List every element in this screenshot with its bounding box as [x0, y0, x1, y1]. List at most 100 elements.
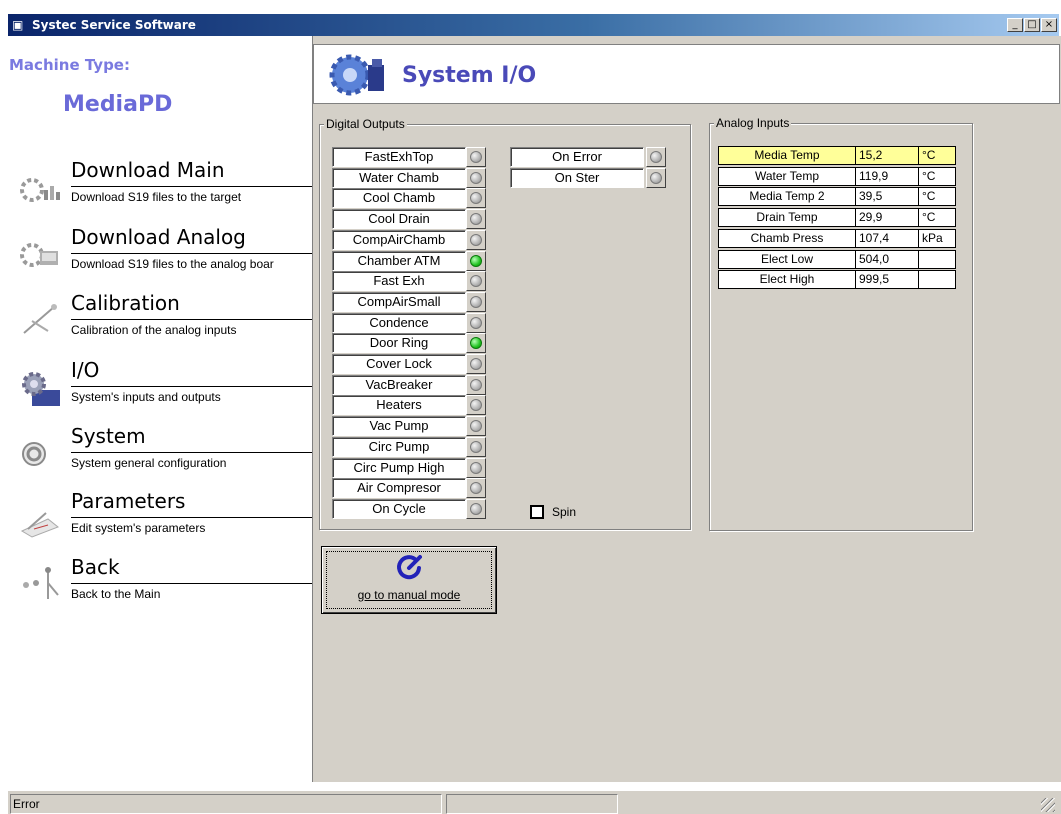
window-title-bar[interactable]: ▣ Systec Service Software _ □ × [8, 14, 1059, 36]
digital-output-toggle[interactable] [646, 167, 666, 188]
digital-output-label: On Error [510, 147, 644, 167]
led-off-icon [470, 275, 482, 288]
digital-outputs-group: Digital Outputs FastExhTop Water Chamb Coo… [319, 117, 691, 530]
go-to-manual-mode-button[interactable]: go to manual mode [321, 546, 497, 614]
system-icon [22, 442, 46, 466]
led-off-icon [470, 420, 482, 433]
sidebar-item-desc: Download S19 files to the analog boar [71, 257, 274, 271]
analog-input-unit: °C [918, 146, 956, 165]
sidebar-item-download-main[interactable]: Download Main Download S19 files to the … [16, 158, 312, 218]
digital-output-label: Cover Lock [332, 354, 466, 374]
sidebar-item-io[interactable]: I/O System's inputs and outputs [16, 358, 312, 418]
digital-output-label: VacBreaker [332, 374, 466, 395]
sidebar-item-title: Back [71, 555, 120, 579]
analog-input-value: 107,4 [855, 228, 919, 248]
led-off-icon [470, 358, 482, 370]
analog-input-value: 29,9 [855, 208, 919, 228]
analog-input-name: Media Temp [718, 146, 856, 165]
back-icon [23, 567, 59, 599]
digital-output-toggle[interactable] [466, 457, 486, 478]
digital-output-toggle[interactable] [466, 478, 486, 499]
sidebar-item-parameters[interactable]: Parameters Edit system's parameters [16, 489, 312, 549]
led-off-icon [470, 316, 482, 329]
digital-output-label: On Ster [510, 167, 644, 188]
parameters-icon [20, 512, 59, 538]
digital-output-toggle[interactable] [466, 374, 486, 395]
digital-output-label: Heaters [332, 395, 466, 416]
digital-output-toggle[interactable] [466, 312, 486, 333]
digital-output-toggle[interactable] [466, 395, 486, 416]
digital-output-toggle[interactable] [466, 188, 486, 209]
main-panel: System I/O Digital Outputs FastExhTop Wat… [312, 36, 1061, 782]
led-on-icon [470, 254, 482, 267]
digital-output-label: Cool Drain [332, 209, 466, 230]
sidebar-item-calibration[interactable]: Calibration Calibration of the analog in… [16, 291, 312, 351]
digital-output-label: CompAirSmall [332, 291, 466, 312]
sidebar-item-title: I/O [71, 358, 100, 382]
app-icon: ▣ [12, 18, 24, 32]
divider [71, 583, 312, 584]
window-title: Systec Service Software [32, 18, 196, 32]
led-off-icon [470, 213, 482, 226]
digital-output-toggle[interactable] [466, 291, 486, 312]
sidebar-item-desc: Edit system's parameters [71, 521, 206, 535]
sidebar-item-desc: System general configuration [71, 456, 227, 470]
minimize-button[interactable]: _ [1007, 18, 1023, 32]
close-button[interactable]: × [1041, 18, 1057, 32]
digital-output-label: Door Ring [332, 333, 466, 354]
digital-output-toggle[interactable] [466, 416, 486, 437]
status-bar: Error [8, 790, 1061, 814]
maximize-button[interactable]: □ [1024, 18, 1040, 32]
analog-input-name: Elect High [718, 270, 856, 290]
divider [71, 186, 312, 187]
divider [71, 386, 312, 387]
digital-output-label: FastExhTop [332, 147, 466, 167]
digital-output-label: Fast Exh [332, 271, 466, 292]
digital-output-toggle[interactable] [466, 209, 486, 230]
led-off-icon [470, 482, 482, 495]
divider [71, 319, 312, 320]
manual-mode-icon [397, 555, 422, 580]
digital-output-toggle[interactable] [466, 229, 486, 250]
sidebar-item-title: System [71, 424, 146, 448]
digital-output-toggle[interactable] [466, 271, 486, 292]
sidebar: Machine Type: MediaPD Download Main Down… [8, 36, 312, 782]
led-off-icon [470, 440, 482, 453]
system-io-gear-icon [329, 54, 384, 96]
divider [71, 253, 312, 254]
analog-input-unit [918, 249, 956, 269]
digital-output-label: Vac Pump [332, 416, 466, 437]
analog-input-name: Media Temp 2 [718, 187, 856, 207]
spin-checkbox[interactable] [530, 505, 544, 519]
analog-input-value: 119,9 [855, 166, 919, 186]
digital-output-toggle[interactable] [466, 333, 486, 354]
led-off-icon [470, 378, 482, 391]
status-panel-error: Error [10, 794, 442, 814]
sidebar-item-desc: System's inputs and outputs [71, 390, 221, 404]
resize-grip[interactable] [1041, 798, 1055, 812]
digital-output-toggle[interactable] [646, 147, 666, 167]
digital-output-toggle[interactable] [466, 354, 486, 374]
digital-output-toggle[interactable] [466, 436, 486, 457]
analog-input-unit [918, 270, 956, 290]
digital-output-toggle[interactable] [466, 250, 486, 271]
digital-output-toggle[interactable] [466, 147, 486, 167]
gear-icon [22, 372, 60, 406]
analog-input-value: 15,2 [855, 146, 919, 165]
sidebar-item-desc: Back to the Main [71, 587, 161, 601]
sidebar-item-system[interactable]: System System general configuration [16, 424, 312, 484]
status-panel-2 [446, 794, 618, 814]
sidebar-item-download-analog[interactable]: Download Analog Download S19 files to th… [16, 225, 312, 285]
digital-output-label: Chamber ATM [332, 250, 466, 271]
sidebar-item-title: Download Main [71, 158, 225, 182]
sidebar-item-back[interactable]: Back Back to the Main [16, 555, 312, 615]
digital-output-label: Circ Pump [332, 436, 466, 457]
analog-input-name: Elect Low [718, 249, 856, 269]
led-off-icon [470, 233, 482, 246]
divider [71, 517, 312, 518]
led-off-icon [650, 151, 662, 163]
digital-output-toggle[interactable] [466, 167, 486, 188]
machine-type-value: MediaPD [63, 92, 173, 117]
analog-input-name: Chamb Press [718, 228, 856, 248]
digital-output-toggle[interactable] [466, 498, 486, 519]
